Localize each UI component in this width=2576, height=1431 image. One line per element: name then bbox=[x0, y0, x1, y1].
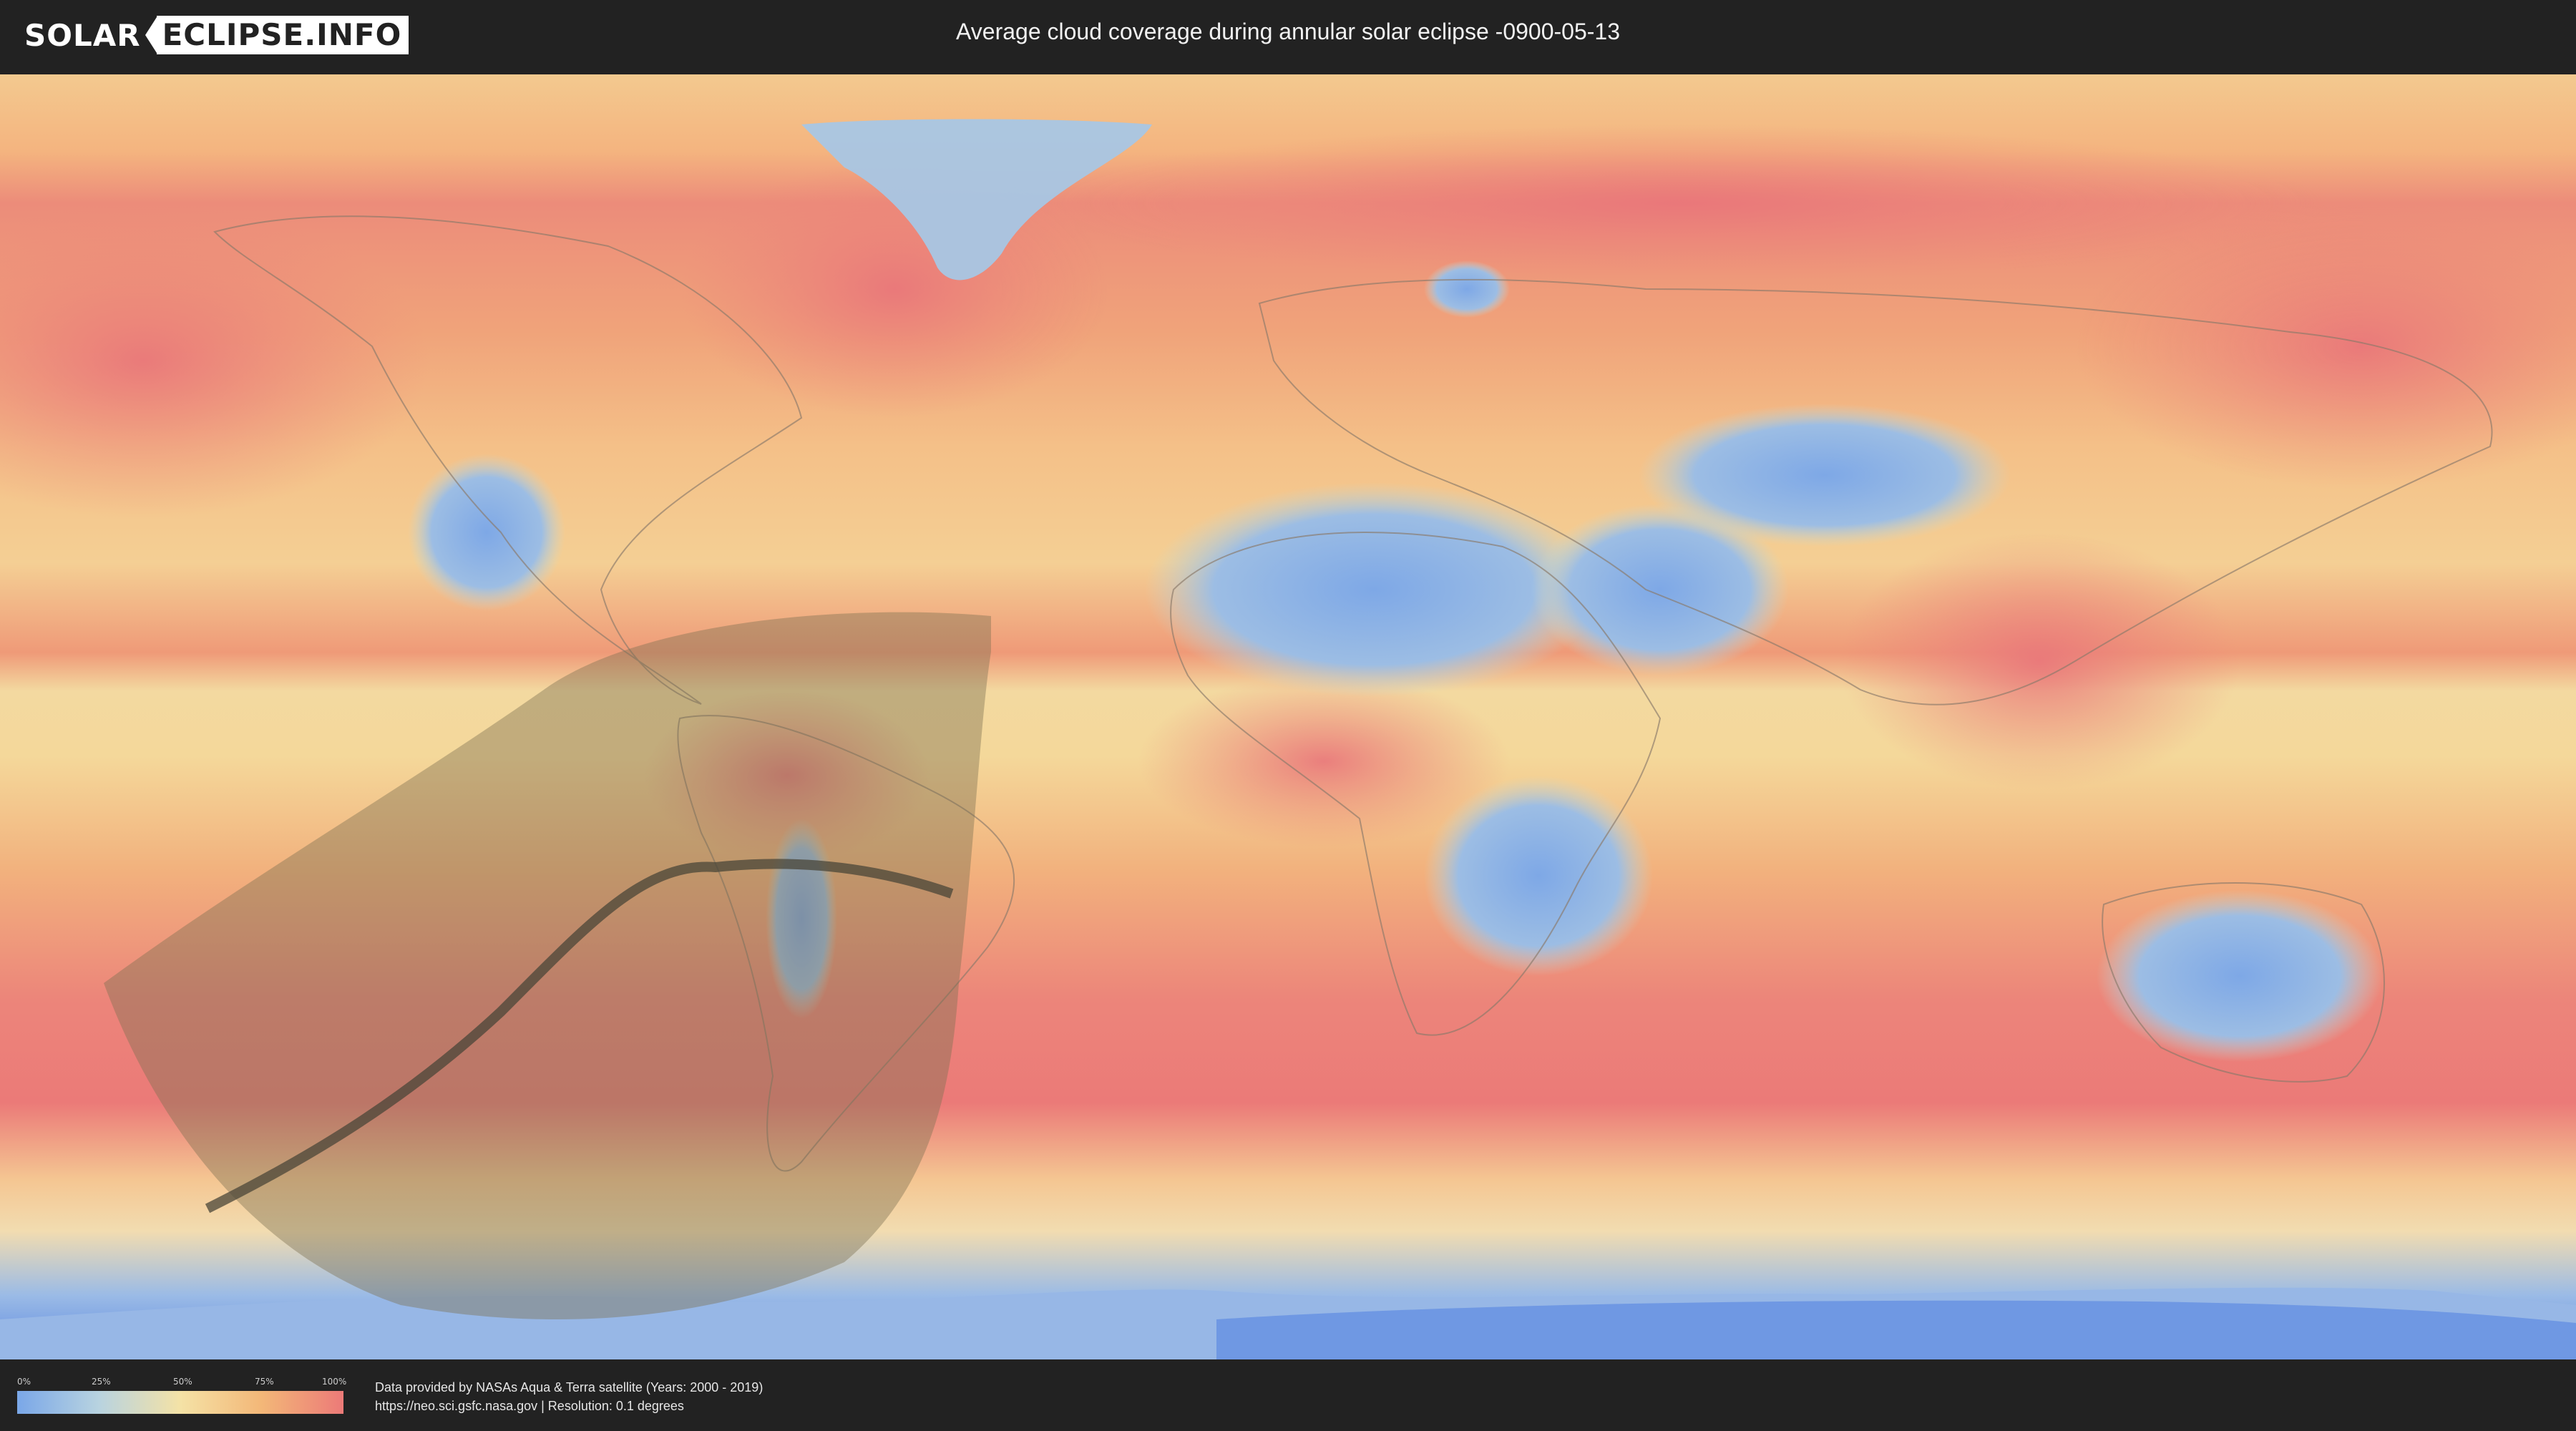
data-credits: Data provided by NASAs Aqua & Terra sate… bbox=[375, 1378, 763, 1415]
legend-tick: 50% bbox=[173, 1377, 192, 1387]
cloud-coverage-map[interactable] bbox=[0, 74, 2576, 1359]
legend-tick: 100% bbox=[322, 1377, 347, 1387]
legend-tick: 25% bbox=[92, 1377, 111, 1387]
legend-tick: 0% bbox=[17, 1377, 31, 1387]
legend-color-bar bbox=[17, 1391, 343, 1414]
color-legend: 0% 25% 50% 75% 100% bbox=[17, 1377, 347, 1420]
footer-bar: 0% 25% 50% 75% 100% Data provided by NAS… bbox=[0, 1359, 2576, 1431]
header-bar: SOLAR ECLIPSE.INFO Average cloud coverag… bbox=[0, 0, 2576, 72]
legend-ticks: 0% 25% 50% 75% 100% bbox=[17, 1377, 347, 1388]
credit-line-url: https://neo.sci.gsfc.nasa.gov | Resoluti… bbox=[375, 1399, 684, 1413]
world-map-icon bbox=[0, 74, 2576, 1359]
credit-line-source: Data provided by NASAs Aqua & Terra sate… bbox=[375, 1380, 763, 1395]
legend-tick: 75% bbox=[255, 1377, 274, 1387]
page-title: Average cloud coverage during annular so… bbox=[956, 19, 1620, 44]
